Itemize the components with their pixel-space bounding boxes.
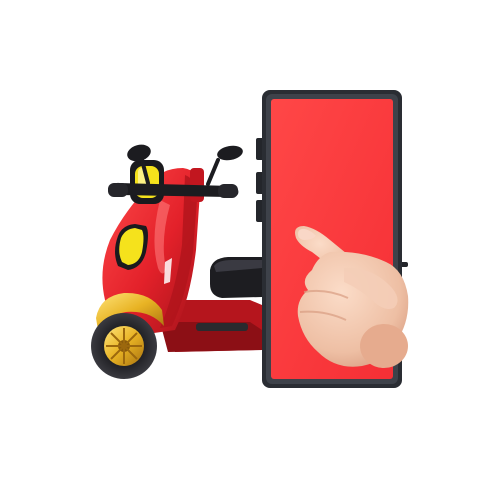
scooter-illustration [91,144,262,379]
right-grip [218,184,238,198]
illustration-scene [0,0,500,500]
left-grip [108,183,128,197]
front-spokes [106,328,142,364]
scooter-foot-mat [196,323,248,331]
scene-svg [91,90,409,388]
wrist [360,324,408,368]
right-mirror [217,145,243,161]
